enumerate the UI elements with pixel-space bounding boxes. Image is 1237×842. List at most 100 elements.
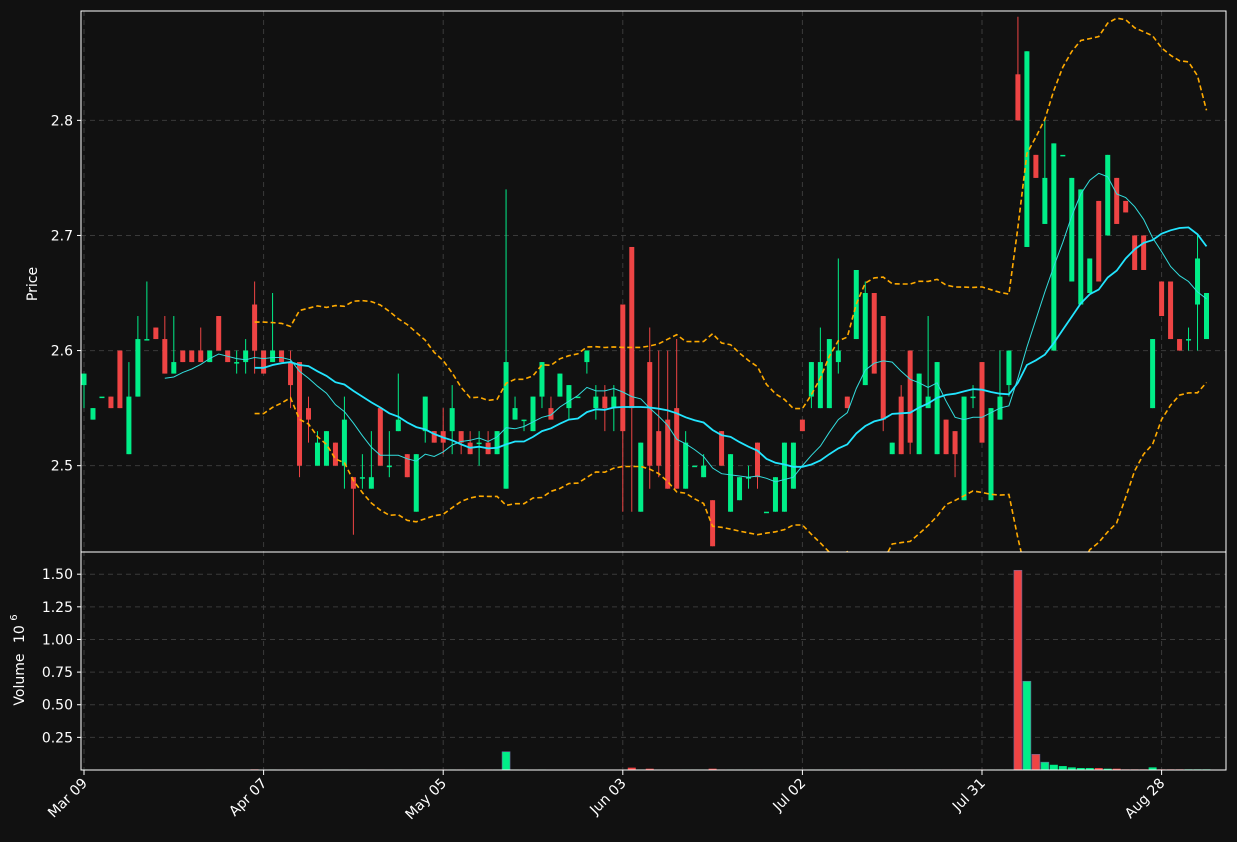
candle-body <box>701 465 707 478</box>
candle-body <box>880 316 886 420</box>
candle-body <box>611 396 617 409</box>
candle-body <box>180 350 186 363</box>
candle-body <box>638 442 644 512</box>
candle-body <box>620 304 626 432</box>
candle-body <box>952 431 958 455</box>
volume-bar <box>1031 754 1041 770</box>
candle-body <box>656 431 662 466</box>
candle-body <box>1186 339 1192 341</box>
candle-body <box>647 362 653 466</box>
volume-tick-label: 0.75 <box>42 665 73 681</box>
candle-body <box>261 350 267 374</box>
candle-body <box>171 362 177 374</box>
candle-body <box>413 454 419 512</box>
candle-body <box>1123 200 1129 213</box>
candle-body <box>332 442 338 466</box>
candle-body <box>1033 154 1039 178</box>
candle-body <box>943 419 949 455</box>
volume-tick-label: 1.00 <box>42 632 73 648</box>
candle-body <box>916 373 922 455</box>
volume-tick-label: 0.50 <box>42 698 73 714</box>
candle-body <box>781 442 787 512</box>
candle-body <box>710 500 716 547</box>
candle-body <box>1096 200 1102 282</box>
candle-body <box>763 511 769 514</box>
candle-body <box>476 442 482 445</box>
candle-body <box>593 396 599 409</box>
candle-body <box>1105 154 1111 236</box>
candle-body <box>81 373 87 386</box>
candle-body <box>144 339 150 341</box>
volume-tick-label: 1.50 <box>42 567 73 583</box>
candle-body <box>449 408 455 432</box>
candle-body <box>117 350 123 409</box>
candle-body <box>907 350 913 443</box>
candle-body <box>1150 339 1156 409</box>
candle-body <box>1015 74 1021 121</box>
candle-body <box>961 396 967 501</box>
candle-body <box>126 396 132 455</box>
candle-body <box>979 362 985 443</box>
volume-tick-label: 1.25 <box>42 600 73 616</box>
candle-body <box>665 419 671 489</box>
candle-body <box>799 419 805 432</box>
volume-bar <box>1013 569 1023 770</box>
volume-axis-label-exp: 10 <box>12 625 28 643</box>
volume-bar <box>1040 761 1050 770</box>
candle-body <box>1060 154 1066 157</box>
candle-body <box>844 396 850 409</box>
volume-tick-label: 0.25 <box>42 730 73 746</box>
volume-bar <box>1022 680 1032 770</box>
candle-body <box>153 327 159 340</box>
candle-body <box>395 419 401 432</box>
price-tick-label: 2.8 <box>51 113 73 129</box>
candle-body <box>108 396 114 409</box>
candle-body <box>90 408 96 420</box>
price-tick-label: 2.7 <box>51 228 73 244</box>
candle-body <box>530 396 536 432</box>
candle-body <box>629 246 635 409</box>
candle-body <box>772 477 778 512</box>
candle-body <box>1204 293 1209 340</box>
candle-body <box>288 362 294 386</box>
volume-bar <box>1058 766 1067 770</box>
candle-body <box>1006 350 1012 386</box>
candle-body <box>1069 177 1075 282</box>
candle-body <box>386 465 392 468</box>
candle-body <box>341 419 347 466</box>
candle-body <box>1114 177 1120 224</box>
candle-body <box>557 373 563 397</box>
candle-body <box>970 396 976 399</box>
candle-body <box>1141 235 1147 270</box>
candle-body <box>162 339 168 374</box>
candle-body <box>1051 143 1057 351</box>
candle-body <box>853 269 859 340</box>
candle-body <box>1195 258 1201 305</box>
candle-body <box>306 408 311 420</box>
volume-axis-label: Volume 10 6 <box>9 614 28 705</box>
candle-body <box>252 304 258 351</box>
volume-bar <box>501 751 511 770</box>
candle-body <box>728 454 734 512</box>
candle-body <box>898 396 904 455</box>
candle-body <box>1159 281 1165 317</box>
candle-body <box>602 396 608 409</box>
candle-body <box>934 362 940 455</box>
candle-body <box>521 419 527 422</box>
candle-body <box>1168 281 1174 340</box>
candle-body <box>189 350 195 363</box>
volume-axis-label-text: Volume <box>12 654 28 706</box>
candle-body <box>1177 339 1183 351</box>
candle-body <box>270 350 276 363</box>
volume-axis-label-pow: 6 <box>9 614 20 620</box>
candle-body <box>368 477 374 489</box>
candle-body <box>1132 235 1138 270</box>
candle-body <box>835 350 841 363</box>
price-tick-label: 2.6 <box>51 344 73 360</box>
candle-body <box>377 408 383 466</box>
candle-body <box>755 442 760 478</box>
candle-body <box>359 477 365 479</box>
candle-body <box>1042 177 1048 224</box>
candle-body <box>234 362 240 364</box>
candle-body <box>737 477 743 501</box>
